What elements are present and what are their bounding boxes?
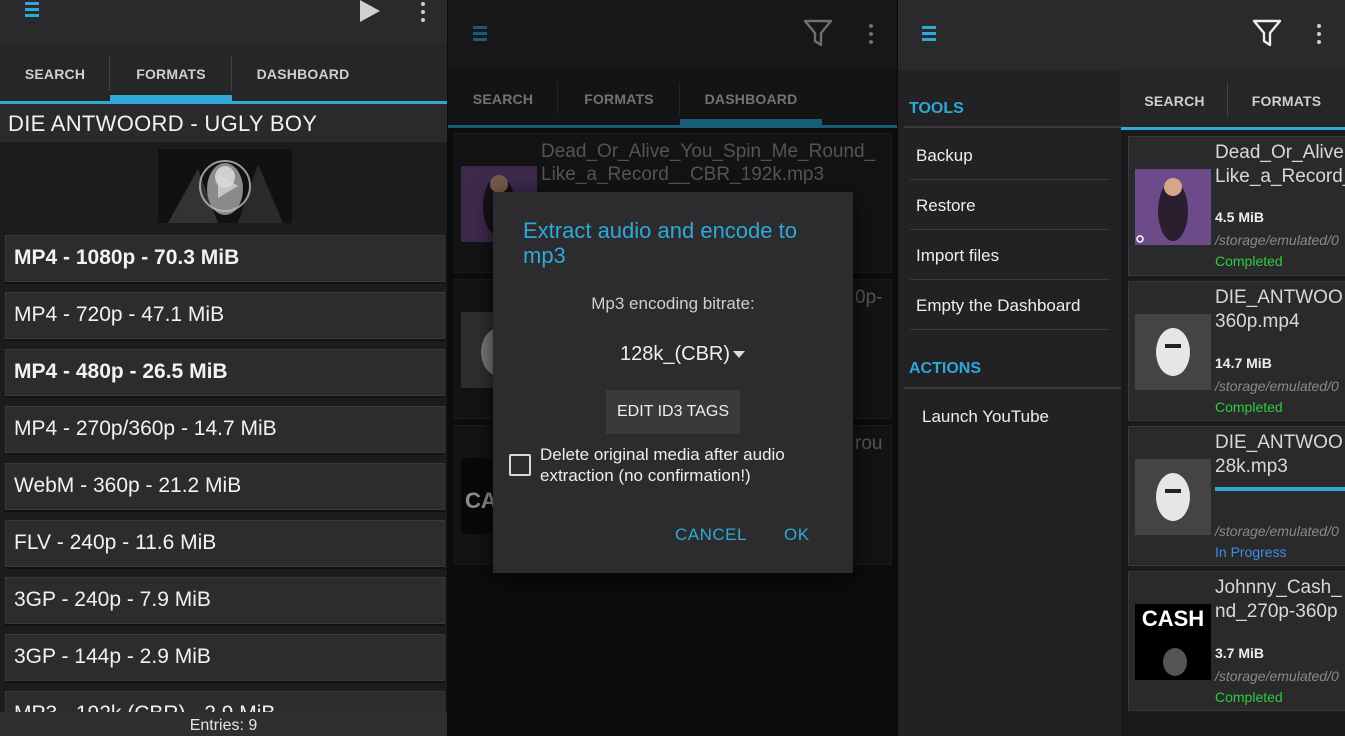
extract-audio-dialog: Extract audio and encode to mp3 Mp3 enco…: [493, 192, 853, 573]
tab-label: FORMATS: [136, 66, 206, 82]
format-item[interactable]: MP4 - 1080p - 70.3 MiB: [5, 235, 445, 282]
card-thumbnail: [1135, 459, 1211, 535]
video-thumbnail[interactable]: [158, 149, 292, 223]
card-path: /storage/emulated/0: [1215, 523, 1339, 539]
edit-id3-tags-button[interactable]: EDIT ID3 TAGS: [606, 390, 740, 434]
drawer-item-empty-dashboard[interactable]: Empty the Dashboard: [916, 296, 1080, 316]
divider: [910, 229, 1110, 230]
drawer-item-backup[interactable]: Backup: [916, 146, 973, 166]
drawer-screen: SEARCH FORMATS Dead_Or_Alive Like_a_Recor…: [897, 0, 1345, 736]
divider: [910, 279, 1110, 280]
tab-label: SEARCH: [1144, 93, 1205, 109]
format-item[interactable]: FLV - 240p - 11.6 MiB: [5, 520, 445, 567]
card-thumbnail: [1135, 169, 1211, 245]
card-status: Completed: [1215, 253, 1283, 269]
menu-icon[interactable]: [25, 2, 39, 20]
card-path: /storage/emulated/0: [1215, 668, 1339, 684]
download-progress-bar: [1215, 487, 1345, 491]
download-card[interactable]: DIE_ANTWOO 28k.mp3 /storage/emulated/0 In…: [1128, 426, 1345, 566]
tab-search[interactable]: SEARCH: [0, 44, 110, 101]
format-item[interactable]: WebM - 360p - 21.2 MiB: [5, 463, 445, 510]
card-filename: DIE_ANTWOO 28k.mp3: [1215, 432, 1343, 477]
thumbnail-text: CASH: [1141, 606, 1205, 631]
bitrate-select[interactable]: 128k_(CBR): [620, 343, 746, 366]
download-card[interactable]: Dead_Or_Alive Like_a_Record_ 4.5 MiB /sto…: [1128, 136, 1345, 276]
delete-original-label: Delete original media after audio extrac…: [540, 445, 785, 485]
ok-button[interactable]: OK: [784, 525, 810, 545]
card-size: 4.5 MiB: [1215, 209, 1265, 225]
bitrate-label: Mp3 encoding bitrate:: [591, 294, 755, 313]
card-path: /storage/emulated/0: [1215, 232, 1339, 248]
format-item[interactable]: 3GP - 240p - 7.9 MiB: [5, 577, 445, 624]
tools-heading: TOOLS: [909, 100, 964, 117]
tab-dashboard[interactable]: DASHBOARD: [232, 44, 374, 101]
overflow-menu-icon[interactable]: [1316, 24, 1322, 48]
dashboard-screen: SEARCH FORMATS DASHBOARD Dead_Or_Alive_Y…: [447, 0, 897, 736]
formats-screen: SEARCH FORMATS DASHBOARD DIE ANTWOORD - …: [0, 0, 447, 736]
tab-label: SEARCH: [24, 66, 86, 82]
tab-label: FORMATS: [1251, 93, 1322, 109]
download-card[interactable]: CASH Johnny_Cash_ nd_270p-360p 3.7 MiB /s…: [1128, 571, 1345, 711]
format-item[interactable]: MP4 - 270p/360p - 14.7 MiB: [5, 406, 445, 453]
actions-heading: ACTIONS: [909, 360, 981, 377]
app-bar: [0, 0, 447, 44]
dropdown-caret-icon: [733, 351, 746, 359]
drawer-item-launch-youtube[interactable]: Launch YouTube: [922, 407, 1049, 427]
divider: [904, 387, 1121, 389]
menu-icon[interactable]: [922, 26, 936, 44]
tab-bar: SEARCH FORMATS: [1121, 70, 1345, 130]
dialog-title: Extract audio and encode to mp3: [523, 218, 797, 268]
card-status: Completed: [1215, 399, 1283, 415]
delete-original-checkbox[interactable]: [509, 454, 531, 476]
format-item[interactable]: MP4 - 480p - 26.5 MiB: [5, 349, 445, 396]
video-title: DIE ANTWOORD - UGLY BOY: [0, 104, 447, 142]
card-thumbnail: CASH: [1135, 604, 1211, 680]
card-filename: Dead_Or_Alive Like_a_Record_: [1215, 142, 1345, 187]
format-list: MP4 - 1080p - 70.3 MiB MP4 - 720p - 47.1…: [5, 235, 445, 736]
active-tab-indicator: [110, 95, 232, 101]
format-item[interactable]: MP4 - 720p - 47.1 MiB: [5, 292, 445, 339]
divider: [910, 329, 1110, 330]
card-status: Completed: [1215, 689, 1283, 705]
tab-search[interactable]: SEARCH: [1121, 70, 1229, 127]
card-filename: DIE_ANTWOO 360p.mp4: [1215, 287, 1343, 332]
divider: [910, 179, 1110, 180]
card-thumbnail: [1135, 314, 1211, 390]
tab-label: DASHBOARD: [256, 66, 350, 82]
cancel-button[interactable]: CANCEL: [675, 525, 747, 545]
download-card[interactable]: DIE_ANTWOO 360p.mp4 14.7 MiB /storage/emu…: [1128, 281, 1345, 421]
drawer-item-restore[interactable]: Restore: [916, 196, 976, 216]
app-bar: [898, 0, 1345, 70]
thumbnail-image: [158, 149, 292, 223]
play-icon[interactable]: [358, 0, 382, 22]
format-item[interactable]: 3GP - 144p - 2.9 MiB: [5, 634, 445, 681]
card-filename: Johnny_Cash_ nd_270p-360p: [1215, 577, 1342, 622]
tab-bar: SEARCH FORMATS DASHBOARD: [0, 44, 447, 104]
card-path: /storage/emulated/0: [1215, 378, 1339, 394]
bitrate-value: 128k_(CBR): [620, 343, 731, 365]
drawer-item-import-files[interactable]: Import files: [916, 246, 999, 266]
divider: [904, 126, 1121, 128]
filter-icon[interactable]: [1252, 18, 1282, 48]
tab-formats[interactable]: FORMATS: [110, 44, 232, 101]
navigation-drawer: TOOLS Backup Restore Import files Empty …: [898, 70, 1121, 736]
overflow-menu-icon[interactable]: [420, 2, 426, 26]
entries-count: Entries: 9: [0, 712, 447, 736]
tab-formats[interactable]: FORMATS: [1228, 70, 1345, 127]
card-size: 14.7 MiB: [1215, 355, 1272, 371]
card-status: In Progress: [1215, 544, 1287, 560]
card-size: 3.7 MiB: [1215, 645, 1265, 661]
